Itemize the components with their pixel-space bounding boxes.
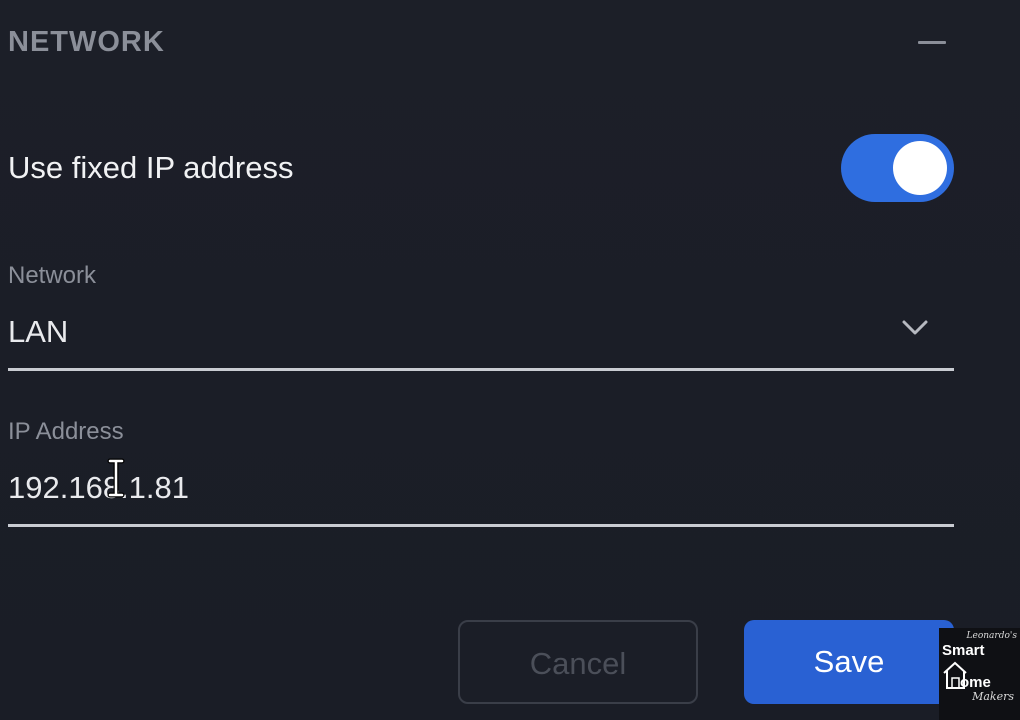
fixed-ip-row: Use fixed IP address	[8, 132, 954, 204]
logo-smart-text: Smart	[942, 642, 985, 659]
collapse-button[interactable]	[914, 30, 950, 56]
text-cursor-icon	[107, 458, 125, 498]
ip-address-field[interactable]: IP Address 192.168.1.81	[8, 414, 954, 532]
network-underline	[8, 368, 954, 371]
channel-logo: Leonardo's Smart ome Makers	[939, 628, 1020, 720]
fixed-ip-label: Use fixed IP address	[8, 150, 294, 185]
logo-script-top: Leonardo's	[966, 631, 1017, 641]
network-settings-panel: NETWORK Use fixed IP address Network LAN…	[0, 0, 1020, 720]
ip-address-input[interactable]: 192.168.1.81	[8, 470, 189, 506]
save-button[interactable]: Save	[744, 620, 954, 704]
network-label: Network	[8, 262, 97, 289]
minus-icon	[918, 41, 946, 44]
chevron-down-icon[interactable]	[900, 316, 930, 340]
section-title: NETWORK	[8, 26, 165, 58]
logo-home: ome	[942, 660, 1018, 691]
network-value: LAN	[8, 314, 69, 349]
logo-makers-text: Makers	[972, 690, 1014, 703]
ip-address-underline	[8, 524, 954, 527]
section-header: NETWORK	[8, 24, 953, 68]
cancel-button[interactable]: Cancel	[458, 620, 698, 704]
network-select[interactable]: Network LAN	[8, 258, 954, 376]
ip-address-label: IP Address	[8, 418, 124, 445]
fixed-ip-toggle[interactable]	[841, 134, 954, 202]
logo-home-text: ome	[960, 674, 991, 691]
toggle-knob	[893, 141, 947, 195]
